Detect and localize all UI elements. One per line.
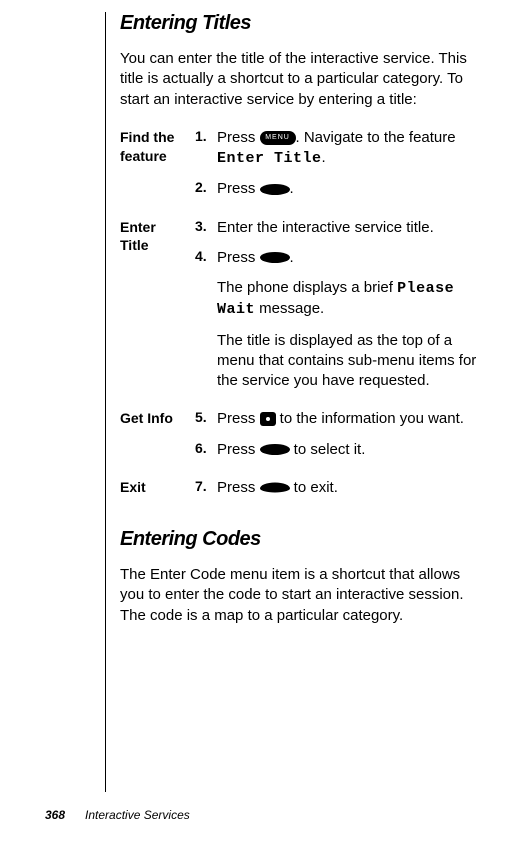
confirm-key-icon [260, 444, 290, 455]
menu-key-icon: MENU [260, 131, 296, 145]
confirm-key-icon [260, 252, 290, 263]
step-text: Press MENU. Navigate to the feature Ente… [217, 128, 480, 170]
step-text: Enter the interactive service title. [217, 218, 480, 238]
section-heading-entering-codes: Entering Codes [120, 528, 480, 551]
step-number: 4. [195, 248, 217, 392]
step-text: Press to the information you want. [217, 409, 480, 429]
step-number: 7. [195, 478, 217, 498]
step-text: Press to exit. [217, 478, 480, 498]
step-text: Press . The phone displays a brief Pleas… [217, 248, 480, 392]
page-number: 368 [45, 808, 65, 822]
step-number: 3. [195, 218, 217, 238]
step-number: 5. [195, 409, 217, 429]
block-find-feature: Find the feature 1. Press MENU. Navigate… [120, 128, 480, 210]
page-footer: 368 Interactive Services [45, 808, 190, 822]
step-label: Get Info [120, 409, 195, 470]
block-enter-title: Enter Title 3. Enter the interactive ser… [120, 218, 480, 402]
block-exit: Exit 7. Press to exit. [120, 478, 480, 508]
end-key-icon [260, 483, 290, 493]
step-label: Exit [120, 478, 195, 508]
confirm-key-icon [260, 184, 290, 195]
footer-title: Interactive Services [85, 808, 190, 822]
content-divider [105, 12, 106, 792]
step-text: Press . [217, 179, 480, 199]
nav-key-icon [260, 412, 276, 426]
step-number: 1. [195, 128, 217, 170]
block-get-info: Get Info 5. Press to the information you… [120, 409, 480, 470]
intro-text: You can enter the title of the interacti… [120, 49, 480, 110]
intro-text: The Enter Code menu item is a shortcut t… [120, 565, 480, 626]
step-text: Press to select it. [217, 440, 480, 460]
step-number: 6. [195, 440, 217, 460]
step-number: 2. [195, 179, 217, 199]
section-heading-entering-titles: Entering Titles [120, 12, 480, 35]
step-label: Enter Title [120, 218, 195, 402]
step-label: Find the feature [120, 128, 195, 210]
